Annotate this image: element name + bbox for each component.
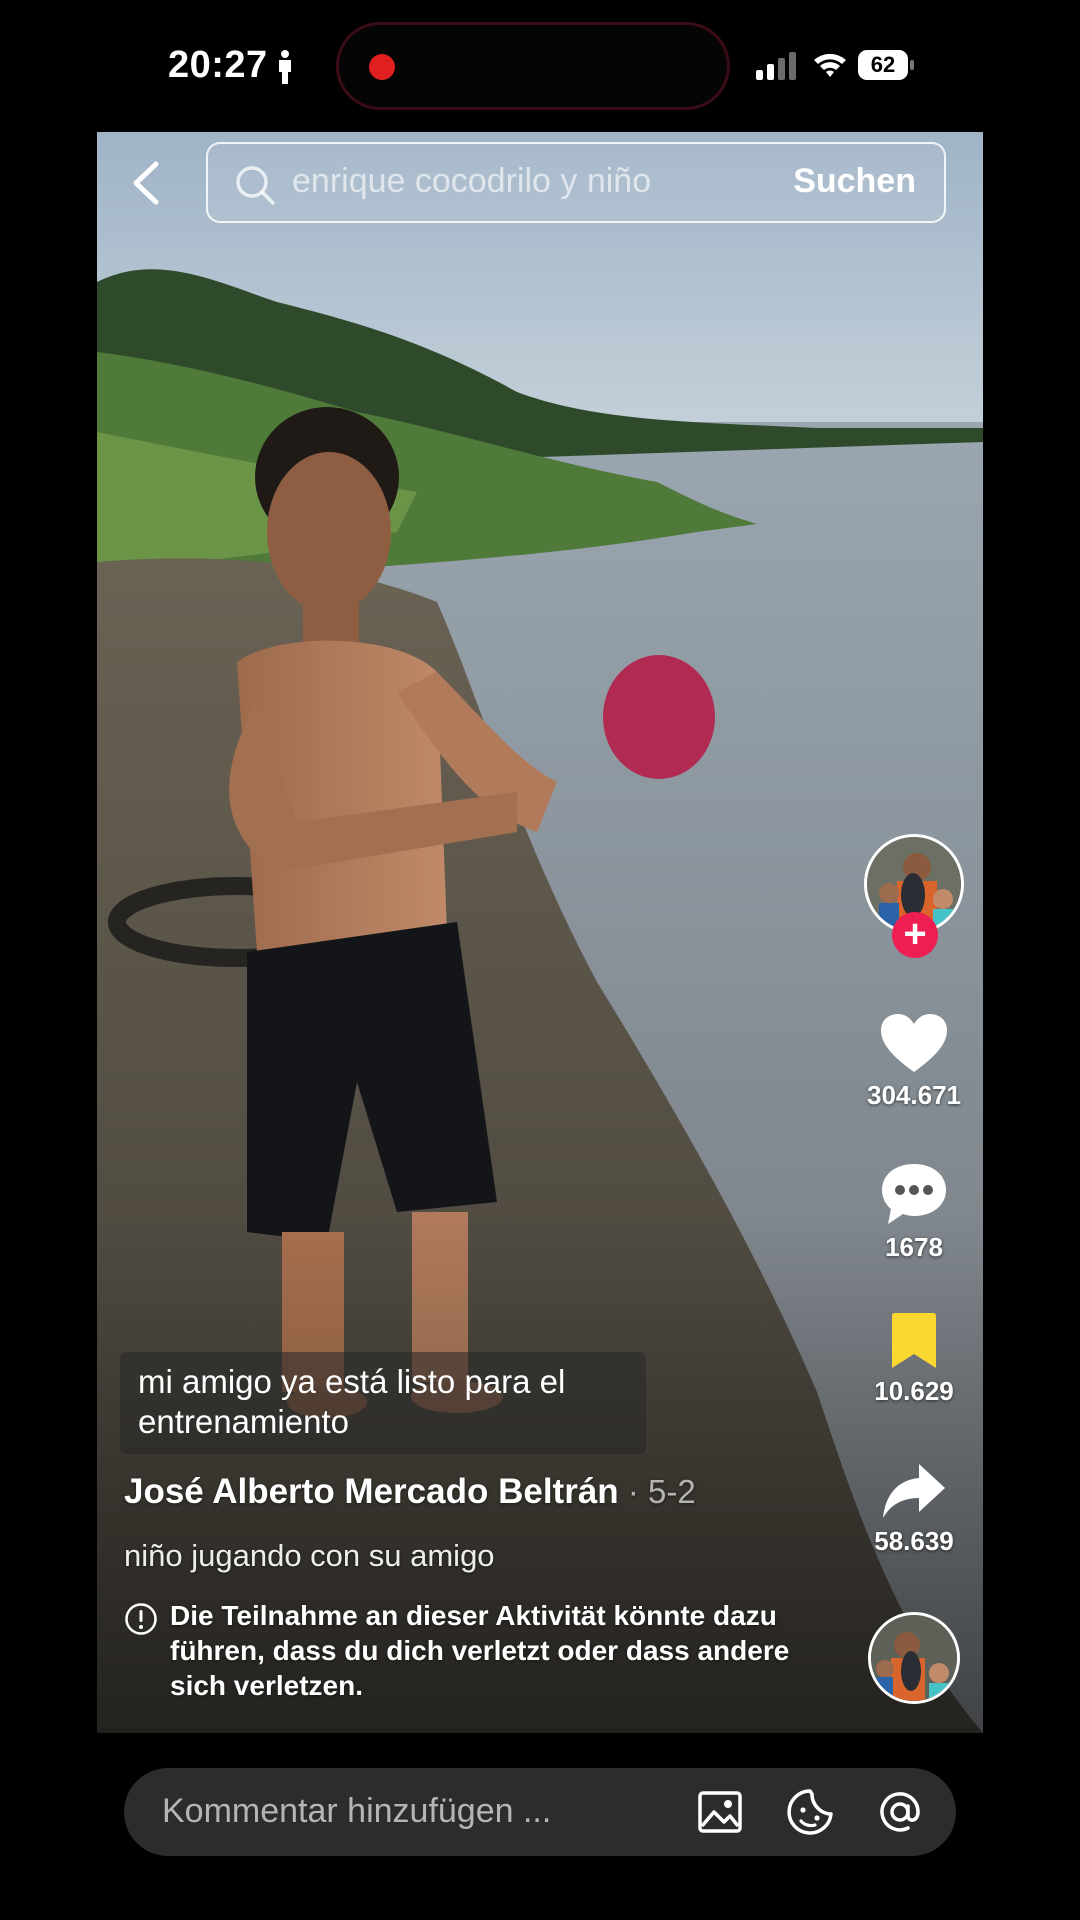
bookmark-icon bbox=[892, 1313, 936, 1368]
post-date: · 5-2 bbox=[618, 1473, 696, 1510]
recording-dot-icon bbox=[369, 54, 395, 80]
battery-indicator: 62 bbox=[858, 50, 914, 80]
warning-text: Die Teilnahme an dieser Aktivität könnte… bbox=[170, 1600, 790, 1701]
wifi-icon bbox=[814, 53, 846, 77]
search-icon bbox=[236, 166, 275, 205]
save-count: 10.629 bbox=[874, 1376, 954, 1406]
comment-input[interactable]: Kommentar hinzufügen ... bbox=[162, 1792, 551, 1831]
sticker-icon[interactable] bbox=[786, 1788, 834, 1836]
music-disc[interactable] bbox=[868, 1612, 960, 1704]
search-query-text: enrique cocodrilo y niño bbox=[292, 162, 652, 200]
status-time: 20:27 bbox=[168, 44, 268, 86]
comment-count: 1678 bbox=[885, 1232, 943, 1262]
like-button[interactable]: 304.671 bbox=[854, 1012, 974, 1111]
battery-level: 62 bbox=[858, 50, 908, 80]
chevron-left-icon[interactable] bbox=[126, 160, 166, 206]
exclamation-circle-icon bbox=[125, 1603, 157, 1635]
follow-button[interactable]: + bbox=[892, 912, 938, 958]
comment-button[interactable]: 1678 bbox=[854, 1162, 974, 1263]
author-name[interactable]: José Alberto Mercado Beltrán bbox=[124, 1472, 619, 1511]
heart-icon bbox=[881, 1014, 947, 1072]
battery-tip bbox=[910, 60, 914, 70]
image-icon[interactable] bbox=[696, 1788, 744, 1836]
comment-bubble-icon bbox=[882, 1164, 946, 1224]
at-icon[interactable] bbox=[876, 1788, 924, 1836]
share-button[interactable]: 58.639 bbox=[854, 1462, 974, 1557]
save-button[interactable]: 10.629 bbox=[854, 1312, 974, 1407]
video-caption: mi amigo ya está listo para el entrenami… bbox=[120, 1352, 646, 1454]
dynamic-island bbox=[336, 22, 730, 110]
cellular-signal-icon bbox=[756, 52, 796, 80]
share-arrow-icon bbox=[883, 1464, 945, 1518]
author-line[interactable]: José Alberto Mercado Beltrán · 5-2 bbox=[124, 1472, 696, 1512]
creator-avatar[interactable]: + bbox=[864, 834, 964, 958]
search-input[interactable]: enrique cocodrilo y niño Suchen bbox=[206, 142, 946, 223]
like-count: 304.671 bbox=[867, 1080, 961, 1110]
share-count: 58.639 bbox=[874, 1526, 954, 1556]
person-icon bbox=[279, 50, 291, 84]
video-description: niño jugando con su amigo bbox=[124, 1538, 495, 1573]
comment-bar[interactable]: Kommentar hinzufügen ... bbox=[124, 1768, 956, 1856]
search-button[interactable]: Suchen bbox=[793, 162, 916, 201]
